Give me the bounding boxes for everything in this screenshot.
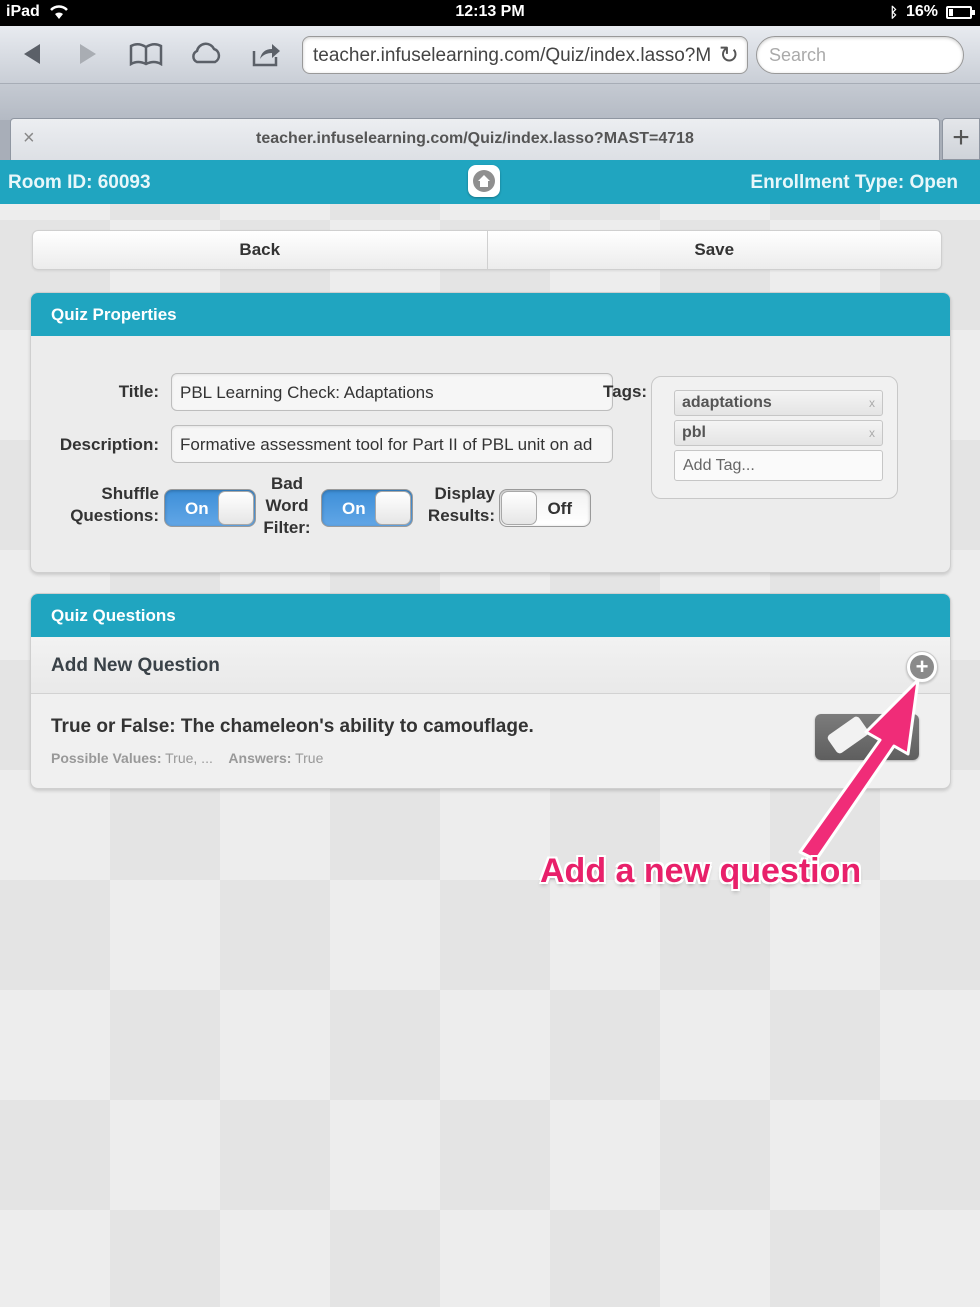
- display-label-line1: Display: [434, 484, 495, 503]
- home-button[interactable]: [468, 165, 500, 197]
- answers-value: True: [295, 750, 324, 766]
- shuffle-questions-toggle[interactable]: On: [164, 489, 256, 527]
- save-button[interactable]: Save: [486, 231, 942, 269]
- quiz-properties-header: Quiz Properties: [31, 293, 950, 336]
- add-tag-input[interactable]: Add Tag...: [674, 450, 883, 481]
- bad-word-filter-toggle[interactable]: On: [321, 489, 413, 527]
- url-text: teacher.infuselearning.com/Quiz/index.la…: [313, 45, 712, 66]
- quiz-properties-panel: Quiz Properties Title: PBL Learning Chec…: [30, 292, 951, 573]
- tag-chip: pbl x: [674, 420, 883, 446]
- app-header: Room ID: 60093 Enrollment Type: Open: [0, 160, 980, 204]
- title-field[interactable]: PBL Learning Check: Adaptations: [171, 373, 613, 411]
- possible-values-label: Possible Values:: [51, 750, 162, 766]
- annotation-text: Add a new question: [540, 852, 862, 890]
- description-field[interactable]: Formative assessment tool for Part II of…: [171, 425, 613, 463]
- enrollment-type: Enrollment Type: Open: [750, 172, 958, 193]
- add-question-label: Add New Question: [51, 655, 220, 676]
- annotation-arrow: [798, 680, 920, 860]
- title-label: Title:: [118, 382, 159, 401]
- shuffle-label-line1: Shuffle: [101, 484, 159, 503]
- tab-title: teacher.infuselearning.com/Quiz/index.la…: [256, 130, 694, 147]
- badword-toggle-label: On: [342, 499, 366, 518]
- url-field[interactable]: teacher.infuselearning.com/Quiz/index.la…: [302, 36, 748, 74]
- status-bar: iPad 12:13 PM ᛒ 16%: [0, 0, 980, 26]
- tag-text: pbl: [682, 424, 706, 441]
- tab-bar: × teacher.infuselearning.com/Quiz/index.…: [0, 84, 980, 160]
- badword-label-line1: Bad: [270, 474, 304, 493]
- home-icon: [473, 170, 495, 192]
- room-id: Room ID: 60093: [8, 172, 151, 193]
- icloud-icon[interactable]: [188, 38, 224, 70]
- tags-label: Tags:: [603, 382, 648, 401]
- browser-toolbar: teacher.infuselearning.com/Quiz/index.la…: [0, 26, 980, 84]
- forward-arrow-icon[interactable]: [70, 38, 106, 70]
- display-results-label: Display Results:: [419, 483, 495, 527]
- quiz-questions-header: Quiz Questions: [31, 594, 950, 637]
- answers-label: Answers:: [228, 750, 292, 766]
- toggle-knob: [375, 491, 411, 525]
- search-input[interactable]: Search: [756, 36, 964, 74]
- tab-strip: [0, 84, 980, 120]
- display-label-line2: Results:: [427, 506, 495, 525]
- shuffle-label-line2: Questions:: [70, 506, 159, 525]
- badword-label-line2: Word: [265, 496, 309, 515]
- tag-chip: adaptations x: [674, 390, 883, 416]
- back-arrow-icon[interactable]: [14, 38, 50, 70]
- remove-tag-icon[interactable]: x: [869, 396, 875, 410]
- possible-values: True, ...: [165, 750, 213, 766]
- new-tab-button[interactable]: +: [942, 118, 980, 160]
- battery-icon: [946, 5, 975, 19]
- back-button[interactable]: Back: [33, 231, 487, 269]
- bluetooth-icon: ᛒ: [889, 4, 898, 20]
- remove-tag-icon[interactable]: x: [869, 426, 875, 440]
- shuffle-toggle-label: On: [185, 499, 209, 518]
- badword-label-line3: Filter:: [263, 518, 311, 537]
- display-toggle-label: Off: [547, 499, 572, 518]
- toggle-knob: [218, 491, 254, 525]
- toggle-knob: [501, 491, 537, 525]
- tags-box: adaptations x pbl x Add Tag...: [651, 376, 898, 499]
- reload-icon[interactable]: ↻: [714, 41, 739, 70]
- clock: 12:13 PM: [455, 3, 525, 20]
- description-label: Description:: [59, 435, 159, 454]
- tag-text: adaptations: [682, 394, 772, 411]
- question-title: True or False: The chameleon's ability t…: [51, 716, 534, 737]
- bookmarks-icon[interactable]: [128, 38, 164, 70]
- display-results-toggle[interactable]: Off: [499, 489, 591, 527]
- shuffle-questions-label: Shuffle Questions:: [51, 483, 159, 527]
- browser-tab[interactable]: × teacher.infuselearning.com/Quiz/index.…: [10, 118, 940, 160]
- plus-icon: +: [910, 655, 934, 679]
- action-bar: Back Save: [32, 230, 942, 270]
- bad-word-filter-label: Bad Word Filter:: [257, 473, 317, 539]
- question-meta: Possible Values: True, ... Answers: True: [51, 750, 323, 766]
- share-icon[interactable]: [248, 38, 284, 70]
- battery-percent: 16%: [905, 3, 938, 20]
- add-question-button[interactable]: +: [906, 651, 938, 683]
